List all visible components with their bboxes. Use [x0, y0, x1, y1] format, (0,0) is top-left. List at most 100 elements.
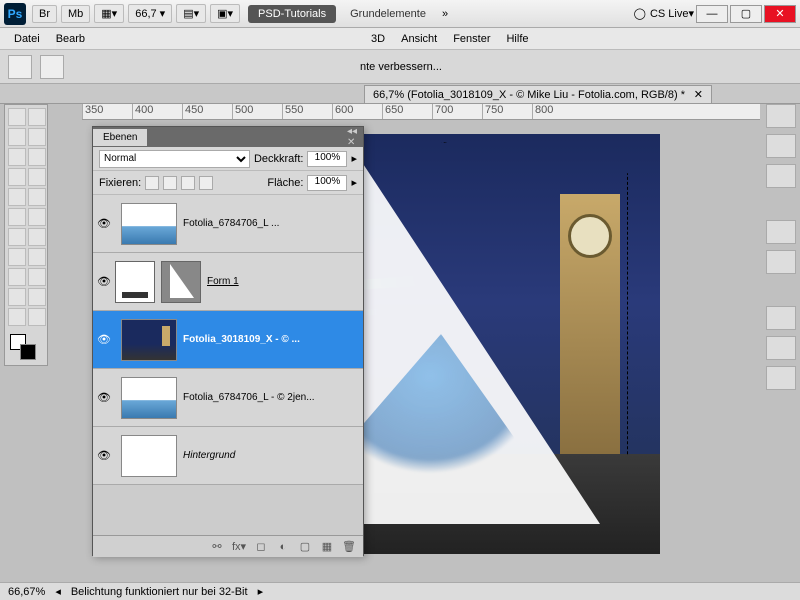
layer-name[interactable]: Form 1 — [207, 276, 363, 287]
status-nav-next-icon[interactable]: ▸ — [258, 585, 264, 598]
layer-thumbnail[interactable] — [121, 435, 177, 477]
zoom-tool[interactable] — [28, 308, 46, 326]
option-verbessern[interactable]: nte verbessern... — [360, 61, 442, 73]
layer-row[interactable]: 👁 Fotolia_3018109_X - © ... — [93, 311, 363, 369]
eyedropper-tool[interactable] — [28, 148, 46, 166]
layer-row[interactable]: 👁 Form 1 — [93, 253, 363, 311]
menu-datei[interactable]: Datei — [6, 30, 48, 48]
new-layer-icon[interactable]: ▦ — [319, 539, 335, 555]
history-brush-tool[interactable] — [28, 188, 46, 206]
screen-button[interactable]: ▣▾ — [210, 4, 240, 23]
pen-tool[interactable] — [8, 248, 26, 266]
cslive-button[interactable]: CS Live — [650, 8, 689, 20]
workspace-grundelemente[interactable]: Grundelemente — [340, 5, 436, 23]
status-zoom[interactable]: 66,67% — [8, 586, 45, 598]
close-button[interactable]: ✕ — [764, 5, 796, 23]
wand-tool[interactable] — [28, 128, 46, 146]
color-swatches[interactable] — [8, 332, 46, 362]
heal-tool[interactable] — [8, 168, 26, 186]
option-shape-icon[interactable] — [40, 55, 64, 79]
layer-name[interactable]: Fotolia_6784706_L - © 2jen... — [183, 392, 363, 403]
link-layers-icon[interactable]: ⚯ — [209, 539, 225, 555]
visibility-toggle-icon[interactable]: 👁 — [93, 391, 115, 404]
layer-mask-thumbnail[interactable] — [161, 261, 201, 303]
camera-tool[interactable] — [28, 288, 46, 306]
layer-row[interactable]: 👁 Fotolia_6784706_L ... — [93, 195, 363, 253]
visibility-toggle-icon[interactable]: 👁 — [93, 275, 115, 288]
layer-thumbnail[interactable] — [121, 319, 177, 361]
maximize-button[interactable]: ▢ — [730, 5, 762, 23]
opacity-flyout-icon[interactable]: ▸ — [351, 152, 357, 165]
minibridge-button[interactable]: Mb — [61, 5, 90, 23]
tool-preset-icon[interactable] — [8, 55, 32, 79]
cslive-dropdown[interactable]: ▾ — [688, 7, 694, 20]
cslive-icon[interactable]: ◯ — [634, 7, 646, 20]
layers-panel-tab[interactable]: Ebenen — [93, 129, 147, 146]
move-tool[interactable] — [8, 108, 26, 126]
fill-input[interactable]: 100% — [307, 175, 347, 191]
layout-button[interactable]: ▦▾ — [94, 4, 124, 23]
crop-tool[interactable] — [8, 148, 26, 166]
layer-name[interactable]: Fotolia_3018109_X - © ... — [183, 334, 363, 345]
fill-flyout-icon[interactable]: ▸ — [351, 176, 357, 189]
layer-thumbnail[interactable] — [121, 203, 177, 245]
dock-layers-icon[interactable] — [766, 306, 796, 330]
menu-ansicht[interactable]: Ansicht — [393, 30, 445, 48]
lock-transparency-icon[interactable] — [145, 176, 159, 190]
path-tool[interactable] — [8, 268, 26, 286]
document-tab[interactable]: 66,7% (Fotolia_3018109_X - © Mike Liu - … — [364, 85, 712, 103]
layer-group-icon[interactable]: ▢ — [297, 539, 313, 555]
hand-tool[interactable] — [8, 308, 26, 326]
lasso-tool[interactable] — [8, 128, 26, 146]
gradient-tool[interactable] — [28, 208, 46, 226]
layer-row[interactable]: 👁 Hintergrund — [93, 427, 363, 485]
workspace-psdtutorials[interactable]: PSD-Tutorials — [248, 5, 336, 23]
3d-tool[interactable] — [8, 288, 26, 306]
lock-position-icon[interactable] — [181, 176, 195, 190]
minimize-button[interactable]: — — [696, 5, 728, 23]
opacity-input[interactable]: 100% — [307, 151, 347, 167]
lock-all-icon[interactable] — [199, 176, 213, 190]
stamp-tool[interactable] — [8, 188, 26, 206]
dock-adjustments-icon[interactable] — [766, 220, 796, 244]
marquee-tool[interactable] — [28, 108, 46, 126]
visibility-toggle-icon[interactable]: 👁 — [93, 449, 115, 462]
bridge-button[interactable]: Br — [32, 5, 57, 23]
eraser-tool[interactable] — [8, 208, 26, 226]
menu-3d[interactable]: 3D — [363, 30, 393, 48]
menu-hilfe[interactable]: Hilfe — [498, 30, 536, 48]
view-button[interactable]: ▤▾ — [176, 4, 206, 23]
lock-pixels-icon[interactable] — [163, 176, 177, 190]
status-nav-prev-icon[interactable]: ◂ — [55, 585, 61, 598]
layer-thumbnail[interactable] — [115, 261, 155, 303]
dock-styles-icon[interactable] — [766, 164, 796, 188]
layer-mask-icon[interactable]: ◻ — [253, 539, 269, 555]
adjustment-layer-icon[interactable]: ◐ — [275, 539, 291, 555]
dock-channels-icon[interactable] — [766, 336, 796, 360]
zoom-dropdown[interactable]: 66,7 ▾ — [128, 4, 172, 23]
panel-collapse-icon[interactable]: ◂◂✕ — [341, 126, 363, 148]
menu-bearbeiten[interactable]: Bearb — [48, 30, 93, 48]
delete-layer-icon[interactable]: 🗑 — [341, 539, 357, 555]
layer-thumbnail[interactable] — [121, 377, 177, 419]
layer-name[interactable]: Fotolia_6784706_L ... — [183, 218, 363, 229]
shape-tool[interactable] — [28, 268, 46, 286]
layer-row[interactable]: 👁 Fotolia_6784706_L - © 2jen... — [93, 369, 363, 427]
brush-tool[interactable] — [28, 168, 46, 186]
dodge-tool[interactable] — [28, 228, 46, 246]
visibility-toggle-icon[interactable]: 👁 — [93, 333, 115, 346]
layer-name[interactable]: Hintergrund — [183, 450, 363, 461]
document-tab-close-icon[interactable]: ✕ — [694, 89, 703, 101]
dock-paths-icon[interactable] — [766, 366, 796, 390]
dock-masks-icon[interactable] — [766, 250, 796, 274]
dock-color-icon[interactable] — [766, 104, 796, 128]
document-tab-title: 66,7% (Fotolia_3018109_X - © Mike Liu - … — [373, 89, 685, 101]
layer-fx-icon[interactable]: fx▾ — [231, 539, 247, 555]
dock-swatches-icon[interactable] — [766, 134, 796, 158]
blend-mode-select[interactable]: Normal — [99, 150, 250, 168]
visibility-toggle-icon[interactable]: 👁 — [93, 217, 115, 230]
workspace-more[interactable]: » — [442, 8, 448, 20]
blur-tool[interactable] — [8, 228, 26, 246]
type-tool[interactable] — [28, 248, 46, 266]
menu-fenster[interactable]: Fenster — [445, 30, 498, 48]
